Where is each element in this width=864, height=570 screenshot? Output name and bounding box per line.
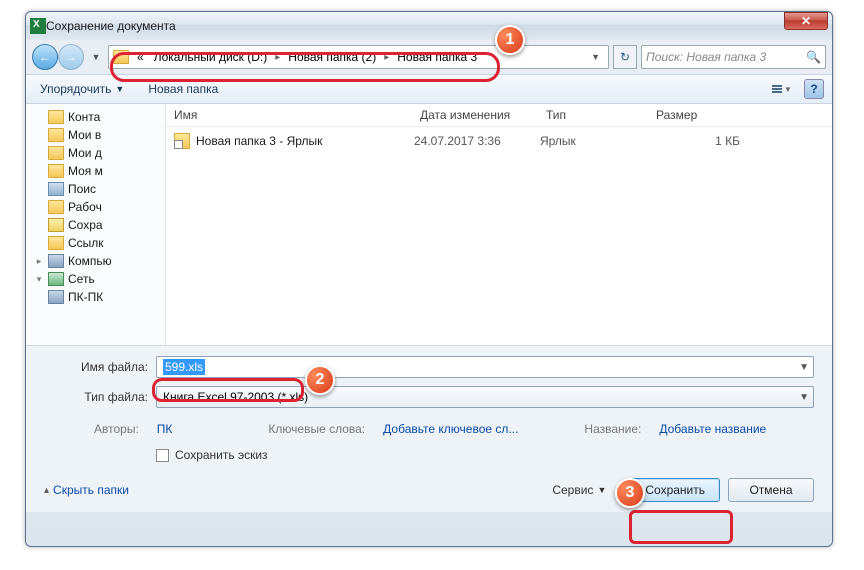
breadcrumb-prefix: « [133,48,148,66]
breadcrumb-part[interactable]: Новая папка 3 [393,48,481,66]
expand-icon[interactable]: ▸ [34,256,44,267]
file-row[interactable]: Новая папка 3 - Ярлык 24.07.2017 3:36 Яр… [166,127,832,155]
collapse-icon[interactable]: ▾ [34,274,44,285]
filename-value: 599.xls [163,359,205,375]
organize-button[interactable]: Упорядочить ▼ [34,78,130,100]
search-placeholder: Поиск: Новая папка 3 [646,50,766,64]
arrow-left-icon: ← [39,50,51,64]
folder-icon [113,50,129,64]
app-icon [30,18,46,34]
authors-value[interactable]: ПК [157,422,173,436]
refresh-icon: ↻ [620,50,630,64]
help-icon: ? [810,82,817,96]
col-name[interactable]: Имя [174,108,420,122]
file-list[interactable]: Имя Дата изменения Тип Размер Новая папк… [166,104,832,345]
nav-back-forward: ← → [32,44,84,70]
filetype-value: Книга Excel 97-2003 (*.xls) [163,390,308,404]
chevron-right-icon: ▸ [275,52,280,63]
filetype-label: Тип файла: [44,390,156,404]
back-button[interactable]: ← [32,44,58,70]
folder-icon [48,164,64,178]
keywords-label: Ключевые слова: [268,422,365,436]
metadata-row: Авторы: ПК Ключевые слова: Добавьте ключ… [44,416,814,440]
tree-item[interactable]: Моя м [26,162,165,180]
folder-icon [48,110,64,124]
filename-input[interactable]: 599.xls ▼ [156,356,814,378]
list-icon [772,85,782,93]
filetype-select[interactable]: Книга Excel 97-2003 (*.xls) ▼ [156,386,814,408]
breadcrumb[interactable]: « Локальный диск (D:) ▸ Новая папка (2) … [108,45,609,69]
tree-item[interactable]: Рабоч [26,198,165,216]
help-button[interactable]: ? [804,79,824,99]
dialog-body: Конта Мои в Мои д Моя м Поис Рабоч Сохра… [26,104,832,346]
history-dropdown[interactable]: ▼ [88,44,104,70]
tree-item[interactable]: ПК-ПК [26,288,165,306]
folder-icon [48,200,64,214]
refresh-button[interactable]: ↻ [613,45,637,69]
network-icon [48,272,64,286]
keywords-value[interactable]: Добавьте ключевое сл... [383,422,518,436]
save-dialog-window: Сохранение документа ✕ ← → ▼ « Локальный… [25,11,833,547]
chevron-right-icon: ▸ [384,52,389,63]
title-label: Название: [584,422,641,436]
tree-item[interactable]: ▾Сеть [26,270,165,288]
annotation-marker-1: 1 [495,25,525,55]
service-menu[interactable]: Сервис ▼ [552,483,606,497]
folder-icon [48,128,64,142]
file-list-header[interactable]: Имя Дата изменения Тип Размер [166,104,832,127]
close-icon: ✕ [801,14,811,28]
breadcrumb-dropdown[interactable]: ▼ [587,52,604,62]
cancel-button[interactable]: Отмена [728,478,814,502]
col-date[interactable]: Дата изменения [420,108,546,122]
breadcrumb-part[interactable]: Локальный диск (D:) [150,48,272,66]
col-size[interactable]: Размер [656,108,776,122]
breadcrumb-part[interactable]: Новая папка (2) [284,48,380,66]
view-mode-button[interactable]: ▼ [766,79,798,99]
thumbnail-label: Сохранить эскиз [175,448,268,462]
arrow-right-icon: → [65,50,77,64]
forward-button[interactable]: → [58,44,84,70]
folder-tree[interactable]: Конта Мои в Мои д Моя м Поис Рабоч Сохра… [26,104,166,345]
favorite-icon [48,218,64,232]
toolbar: Упорядочить ▼ Новая папка ▼ ? [26,74,832,104]
search-icon [48,182,64,196]
tree-item[interactable]: ▸Компью [26,252,165,270]
thumbnail-row: Сохранить эскиз [44,440,814,468]
search-input[interactable]: Поиск: Новая папка 3 🔍 [641,45,826,69]
chevron-down-icon: ▼ [597,485,606,495]
annotation-marker-2: 2 [305,365,335,395]
tree-item[interactable]: Ссылк [26,234,165,252]
tree-item[interactable]: Мои в [26,126,165,144]
annotation-ring [629,510,733,544]
authors-label: Авторы: [94,422,139,436]
filename-label: Имя файла: [44,360,156,374]
title-value[interactable]: Добавьте название [659,422,766,436]
chevron-down-icon[interactable]: ▼ [799,392,809,403]
save-form: Имя файла: 599.xls ▼ Тип файла: Книга Ex… [26,346,832,512]
nav-bar: ← → ▼ « Локальный диск (D:) ▸ Новая папк… [26,40,832,74]
titlebar[interactable]: Сохранение документа ✕ [26,12,832,40]
chevron-down-icon: ▼ [115,84,124,94]
search-icon: 🔍 [806,50,821,64]
window-title: Сохранение документа [46,19,176,33]
thumbnail-checkbox[interactable] [156,449,169,462]
tree-item[interactable]: Мои д [26,144,165,162]
chevron-down-icon: ▼ [784,85,792,94]
folder-icon [48,236,64,250]
new-folder-button[interactable]: Новая папка [142,78,224,100]
col-type[interactable]: Тип [546,108,656,122]
shortcut-icon [174,133,190,149]
tree-item[interactable]: Сохра [26,216,165,234]
folder-icon [48,146,64,160]
tree-item[interactable]: Конта [26,108,165,126]
computer-icon [48,290,64,304]
hide-folders-button[interactable]: ▴ Скрыть папки [44,483,129,497]
chevron-up-icon: ▴ [44,485,49,496]
tree-item[interactable]: Поис [26,180,165,198]
button-row: ▴ Скрыть папки Сервис ▼ Сохранить Отмена [44,468,814,502]
chevron-down-icon[interactable]: ▼ [799,362,809,373]
close-button[interactable]: ✕ [784,12,828,30]
computer-icon [48,254,64,268]
annotation-marker-3: 3 [615,478,645,508]
